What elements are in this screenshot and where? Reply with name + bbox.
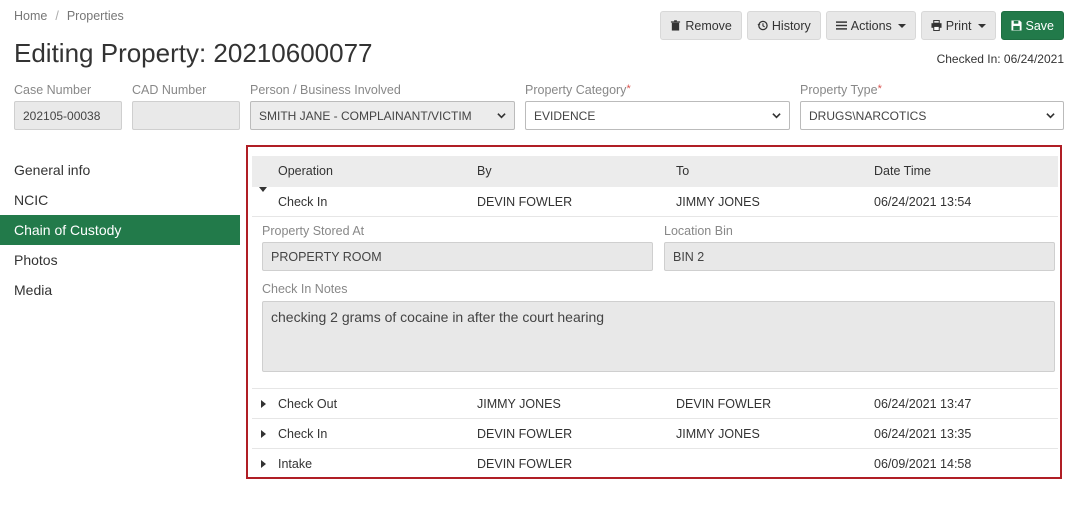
chevron-down-icon	[497, 113, 506, 119]
check-in-notes-label: Check In Notes	[262, 282, 348, 296]
row-by: DEVIN FOWLER	[477, 427, 573, 441]
expand-caret-icon[interactable]	[261, 430, 266, 438]
history-icon	[757, 20, 768, 31]
table-header: Operation By To Date Time	[252, 156, 1058, 187]
case-number-field[interactable]: 202105-00038	[14, 101, 122, 130]
caret-down-icon	[897, 23, 906, 28]
toolbar: Remove History Actions Print Save	[660, 11, 1064, 40]
row-by: JIMMY JONES	[477, 397, 561, 411]
actions-label: Actions	[850, 18, 892, 33]
row-date-time: 06/24/2021 13:54	[874, 195, 972, 209]
location-bin-field[interactable]: BIN 2	[664, 242, 1055, 271]
cad-number-field[interactable]	[132, 101, 240, 130]
property-type-select[interactable]: DRUGS\NARCOTICS	[800, 101, 1064, 130]
trash-icon	[671, 20, 681, 31]
row-date-time: 06/09/2021 14:58	[874, 457, 972, 471]
location-bin-label: Location Bin	[664, 224, 733, 238]
column-by[interactable]: By	[477, 156, 492, 187]
save-label: Save	[1025, 18, 1055, 33]
row-date-time: 06/24/2021 13:47	[874, 397, 972, 411]
column-to[interactable]: To	[676, 156, 689, 187]
row-operation: Intake	[278, 457, 313, 471]
property-category-select[interactable]: EVIDENCE	[525, 101, 790, 130]
history-label: History	[771, 18, 811, 33]
row-to: DEVIN FOWLER	[676, 397, 772, 411]
sidebar-item-general-info[interactable]: General info	[0, 155, 240, 185]
column-date-time[interactable]: Date Time	[874, 156, 931, 187]
menu-icon	[835, 21, 847, 30]
sidebar-item-chain-of-custody[interactable]: Chain of Custody	[0, 215, 240, 245]
sidebar-item-photos[interactable]: Photos	[0, 245, 240, 275]
sidebar-nav: General info NCIC Chain of Custody Photo…	[0, 155, 240, 305]
chevron-down-icon	[772, 113, 781, 119]
breadcrumb-separator: /	[55, 9, 59, 23]
row-by: DEVIN FOWLER	[477, 457, 573, 471]
history-button[interactable]: History	[746, 11, 821, 40]
breadcrumb: Home / Properties	[14, 9, 124, 23]
chain-of-custody-panel: Operation By To Date Time Check In DEVIN…	[246, 145, 1062, 479]
property-type-label-text: Property Type	[800, 83, 878, 97]
property-category-value: EVIDENCE	[534, 108, 596, 123]
remove-label: Remove	[685, 18, 732, 33]
check-in-notes-field[interactable]: checking 2 grams of cocaine in after the…	[262, 301, 1055, 372]
cad-number-label: CAD Number	[132, 83, 207, 97]
print-icon	[931, 20, 942, 31]
table-row[interactable]: Check In DEVIN FOWLER JIMMY JONES 06/24/…	[252, 419, 1058, 449]
case-number-label: Case Number	[14, 83, 92, 97]
actions-button[interactable]: Actions	[825, 11, 916, 40]
row-to: JIMMY JONES	[676, 427, 760, 441]
expand-caret-icon[interactable]	[261, 460, 266, 468]
required-marker: *	[877, 83, 882, 95]
collapse-caret-icon[interactable]	[259, 187, 267, 192]
row-detail: Property Stored At PROPERTY ROOM Locatio…	[252, 217, 1058, 389]
checked-in-status: Checked In: 06/24/2021	[936, 52, 1064, 66]
remove-button[interactable]: Remove	[660, 11, 742, 40]
table-row[interactable]: Intake DEVIN FOWLER 06/09/2021 14:58	[252, 449, 1058, 479]
row-to: JIMMY JONES	[676, 195, 760, 209]
save-button[interactable]: Save	[1000, 11, 1064, 40]
person-involved-label: Person / Business Involved	[250, 83, 401, 97]
sidebar-item-media[interactable]: Media	[0, 275, 240, 305]
page-title: Editing Property: 20210600077	[14, 38, 373, 68]
caret-down-icon	[977, 23, 986, 28]
person-involved-value: SMITH JANE - COMPLAINANT/VICTIM	[259, 108, 472, 123]
breadcrumb-home[interactable]: Home	[14, 9, 47, 23]
row-operation: Check In	[278, 427, 328, 441]
row-by: DEVIN FOWLER	[477, 195, 573, 209]
print-button[interactable]: Print	[920, 11, 996, 40]
row-operation: Check Out	[278, 397, 338, 411]
breadcrumb-current[interactable]: Properties	[67, 9, 124, 23]
row-operation: Check In	[278, 195, 328, 209]
chevron-down-icon	[1046, 113, 1055, 119]
table-row[interactable]: Check Out JIMMY JONES DEVIN FOWLER 06/24…	[252, 389, 1058, 419]
expand-caret-icon[interactable]	[261, 400, 266, 408]
person-involved-select[interactable]: SMITH JANE - COMPLAINANT/VICTIM	[250, 101, 515, 130]
row-date-time: 06/24/2021 13:35	[874, 427, 972, 441]
property-category-label: Property Category*	[525, 83, 631, 97]
stored-at-label: Property Stored At	[262, 224, 365, 238]
column-operation[interactable]: Operation	[278, 156, 333, 187]
property-type-label: Property Type*	[800, 83, 882, 97]
property-category-label-text: Property Category	[525, 83, 627, 97]
property-type-value: DRUGS\NARCOTICS	[809, 108, 927, 123]
sidebar-item-ncic[interactable]: NCIC	[0, 185, 240, 215]
stored-at-field[interactable]: PROPERTY ROOM	[262, 242, 653, 271]
required-marker: *	[626, 83, 631, 95]
print-label: Print	[945, 18, 972, 33]
table-row[interactable]: Check In DEVIN FOWLER JIMMY JONES 06/24/…	[252, 187, 1058, 217]
floppy-disk-icon	[1010, 20, 1022, 31]
